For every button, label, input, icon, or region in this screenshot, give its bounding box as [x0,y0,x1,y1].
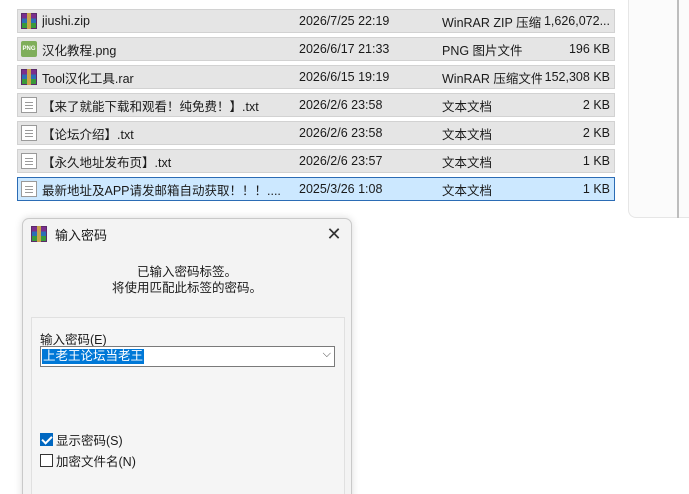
file-size: 1 KB [582,154,610,168]
dialog-titlebar: 输入密码 [23,219,351,249]
text-file-icon [21,181,37,197]
file-name[interactable]: 【永久地址发布页】.txt [42,152,299,171]
text-file-icon [21,97,37,113]
file-date-modified: 2026/2/6 23:58 [299,98,383,112]
password-combobox[interactable]: 上老王论坛当老王 ⌵ [40,346,335,367]
file-row[interactable]: PNG 汉化教程.png 2026/6/17 21:33 PNG 图片文件 196 KB [17,37,615,61]
encrypt-names-checkbox-row[interactable]: 加密文件名(N) [40,451,136,470]
file-row[interactable]: 【来了就能下载和观看！纯免费！】.txt 2026/2/6 23:58 文本文档 2 … [17,93,615,117]
file-name[interactable]: 最新地址及APP请发邮箱自动获取！！！.... [42,180,299,199]
close-button[interactable]: ✕ [323,223,345,245]
file-date-modified: 2026/6/17 21:33 [299,42,390,56]
encrypt-file-names-label[interactable]: 加密文件名(N) [56,451,136,470]
file-date-modified: 2026/2/6 23:58 [299,126,383,140]
file-row[interactable]: 【论坛介绍】.txt 2026/2/6 23:58 文本文档 2 KB [17,121,615,145]
file-date-modified: 2026/6/15 19:19 [299,70,390,84]
background-window-panel [628,0,689,218]
show-password-checkbox[interactable] [40,433,53,446]
file-type: 文本文档 [442,183,493,198]
chevron-down-icon[interactable]: ⌵ [323,348,331,361]
file-name[interactable]: 【论坛介绍】.txt [42,124,299,143]
text-file-icon [21,153,37,169]
png-image-icon: PNG [21,41,37,57]
rar-archive-icon [21,69,37,85]
dialog-title: 输入密码 [55,227,108,243]
file-date-modified: 2026/7/25 22:19 [299,14,390,28]
file-type: 文本文档 [442,99,493,114]
file-type: WinRAR 压缩文件 [442,71,542,86]
file-name[interactable]: jiushi.zip [42,14,299,28]
file-list: jiushi.zip 2026/7/25 22:19 WinRAR ZIP 压缩..… [17,9,615,205]
file-name[interactable]: 汉化教程.png [42,40,299,59]
file-size: 2 KB [582,98,610,112]
show-password-checkbox-row[interactable]: 显示密码(S) [40,430,123,449]
password-dialog: 输入密码 ✕ 已输入密码标签。 将使用匹配此标签的密码。 输入密码(E) 上老王… [22,218,352,494]
file-size: 196 KB [568,42,610,56]
file-type: 文本文档 [442,127,493,142]
show-password-label[interactable]: 显示密码(S) [56,430,123,449]
file-type: 文本文档 [442,155,493,170]
winrar-app-icon [31,226,47,242]
file-size: 2 KB [582,126,610,140]
rar-archive-icon [21,13,37,29]
file-type: WinRAR ZIP 压缩... [442,15,542,30]
encrypt-file-names-checkbox[interactable] [40,454,53,467]
file-size: 1 KB [582,182,610,196]
file-size: 152,308 KB [544,70,610,84]
file-date-modified: 2026/2/6 23:57 [299,154,383,168]
password-input[interactable]: 上老王论坛当老王 [42,349,145,364]
background-scrollbar[interactable] [677,0,679,218]
text-file-icon [21,125,37,141]
file-row[interactable]: 【永久地址发布页】.txt 2026/2/6 23:57 文本文档 1 KB [17,149,615,173]
file-size: 1,626,072... [543,14,610,28]
file-row[interactable]: jiushi.zip 2026/7/25 22:19 WinRAR ZIP 压缩..… [17,9,615,33]
file-date-modified: 2025/3/26 1:08 [299,182,383,196]
file-name[interactable]: Tool汉化工具.rar [42,68,299,87]
file-type: PNG 图片文件 [442,43,523,58]
file-row[interactable]: Tool汉化工具.rar 2026/6/15 19:19 WinRAR 压缩文件 15… [17,65,615,89]
file-row[interactable]: 最新地址及APP请发邮箱自动获取！！！.... 2025/3/26 1:08 文本文… [17,177,615,201]
file-name[interactable]: 【来了就能下载和观看！纯免费！】.txt [42,96,299,115]
dialog-message-line2: 将使用匹配此标签的密码。 [111,281,262,295]
